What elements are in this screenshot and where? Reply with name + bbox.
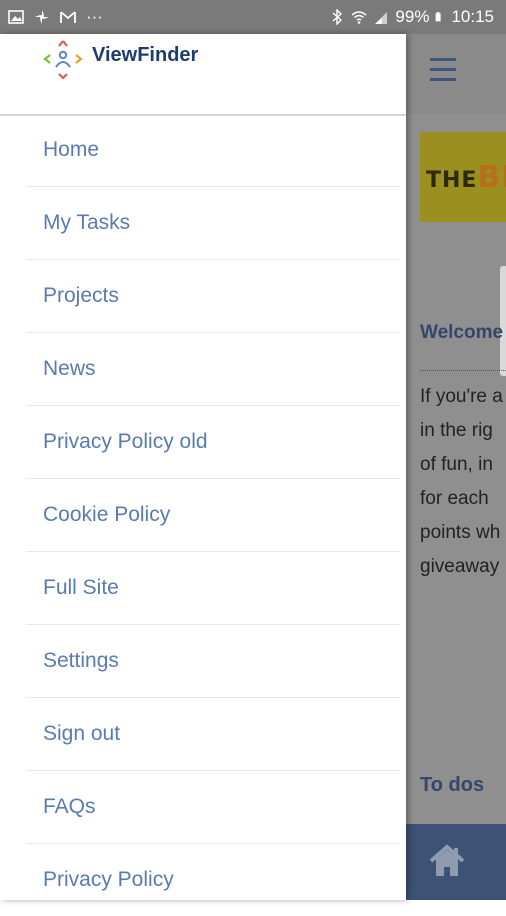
bluetooth-icon [332,9,343,25]
signal-icon [375,12,388,24]
banner-text-small: THE [426,168,478,193]
menu-item-label: News [43,357,96,380]
menu-item-label: Sign out [43,722,121,745]
menu-item-settings[interactable]: Settings [26,625,400,698]
menu-item-my-tasks[interactable]: My Tasks [26,187,400,260]
menu-item-label: Cookie Policy [43,503,171,526]
navigation-drawer: ViewFinder Home My Tasks Projects News P… [0,34,406,900]
menu-item-home[interactable]: Home [26,114,400,187]
menu-item-label: My Tasks [43,211,131,234]
home-icon[interactable] [428,844,466,878]
battery-icon [436,12,442,22]
menu-item-label: Privacy Policy old [43,430,208,453]
image-icon [8,10,24,24]
status-bar: ··· 99% 10:15 [0,0,506,34]
paragraph-line: giveaway [420,556,500,577]
drawer-header: ViewFinder [0,34,406,116]
paragraph-line: for each [420,488,489,509]
paragraph-line: If you're a [420,386,503,407]
app-top-bar [406,34,506,114]
gmail-icon [60,11,76,23]
paragraph-line: in the rig [420,420,493,441]
hamburger-menu-icon[interactable] [430,58,456,86]
paragraph-line: points wh [420,522,501,543]
divider [420,370,506,371]
menu-item-label: Home [43,138,100,161]
menu-item-cookie-policy[interactable]: Cookie Policy [26,479,400,552]
wifi-icon [351,11,367,24]
menu-item-label: Projects [43,284,119,307]
todos-heading: To dos [420,774,485,796]
card-edge [500,266,506,376]
menu-item-faqs[interactable]: FAQs [26,771,400,844]
welcome-heading: Welcome [420,322,504,343]
bottom-nav-bar [406,824,506,900]
banner-text: THEBE [426,160,506,195]
menu-item-label: Privacy Policy [43,868,174,891]
menu-item-privacy-policy[interactable]: Privacy Policy [26,844,400,916]
viewfinder-logo [43,40,83,80]
battery-percent: 99% [395,7,430,26]
menu-item-label: Full Site [43,576,119,599]
menu-item-full-site[interactable]: Full Site [26,552,400,625]
clock: 10:15 [451,7,494,26]
paragraph-line: of fun, in [420,454,493,475]
menu-item-label: Settings [43,649,119,672]
banner-text-big: BE [477,160,506,195]
background-app: THEBE Welcome If you're a in the rig of … [406,34,506,900]
menu-item-privacy-policy-old[interactable]: Privacy Policy old [26,406,400,479]
drawer-menu: Home My Tasks Projects News Privacy Poli… [26,114,400,916]
more-dots-icon: ··· [86,7,103,26]
pinwheel-icon [35,10,49,24]
menu-item-sign-out[interactable]: Sign out [26,698,400,771]
menu-item-label: FAQs [43,795,96,818]
welcome-paragraph: If you're a in the rig of fun, in for ea… [420,380,503,584]
menu-item-news[interactable]: News [26,333,400,406]
menu-item-projects[interactable]: Projects [26,260,400,333]
brand-name: ViewFinder [92,44,199,66]
